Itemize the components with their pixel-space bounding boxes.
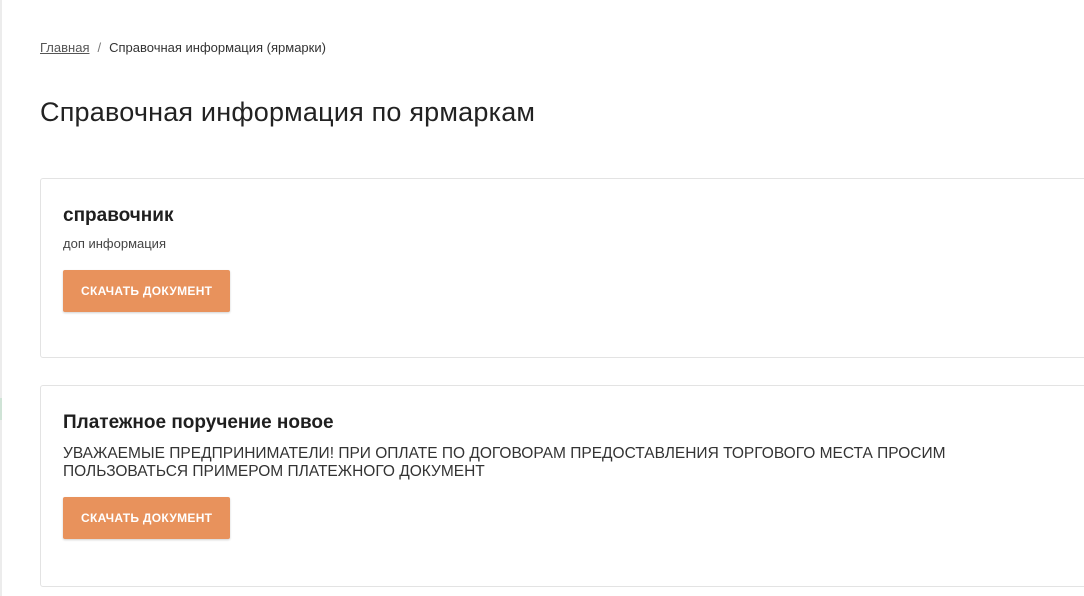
breadcrumb-current: Справочная информация (ярмарки) [109, 40, 326, 55]
document-description: УВАЖАЕМЫЕ ПРЕДПРИНИМАТЕЛИ! ПРИ ОПЛАТЕ ПО… [63, 445, 946, 480]
left-edge-accent [0, 398, 2, 420]
document-description: доп информация [63, 236, 166, 251]
left-edge-divider [0, 0, 2, 596]
document-card: справочник доп информация СКАЧАТЬ ДОКУМЕ… [40, 178, 1084, 358]
document-card: Платежное поручение новое УВАЖАЕМЫЕ ПРЕД… [40, 385, 1084, 587]
breadcrumb: Главная / Справочная информация (ярмарки… [40, 40, 326, 55]
document-title: справочник [63, 205, 174, 226]
breadcrumb-separator: / [97, 40, 102, 55]
breadcrumb-home-link[interactable]: Главная [40, 40, 89, 55]
download-document-button[interactable]: СКАЧАТЬ ДОКУМЕНТ [63, 270, 231, 312]
page: Главная / Справочная информация (ярмарки… [0, 0, 1084, 596]
download-document-button[interactable]: СКАЧАТЬ ДОКУМЕНТ [63, 497, 231, 539]
page-title: Справочная информация по ярмаркам [40, 97, 536, 127]
document-title: Платежное поручение новое [63, 412, 334, 433]
